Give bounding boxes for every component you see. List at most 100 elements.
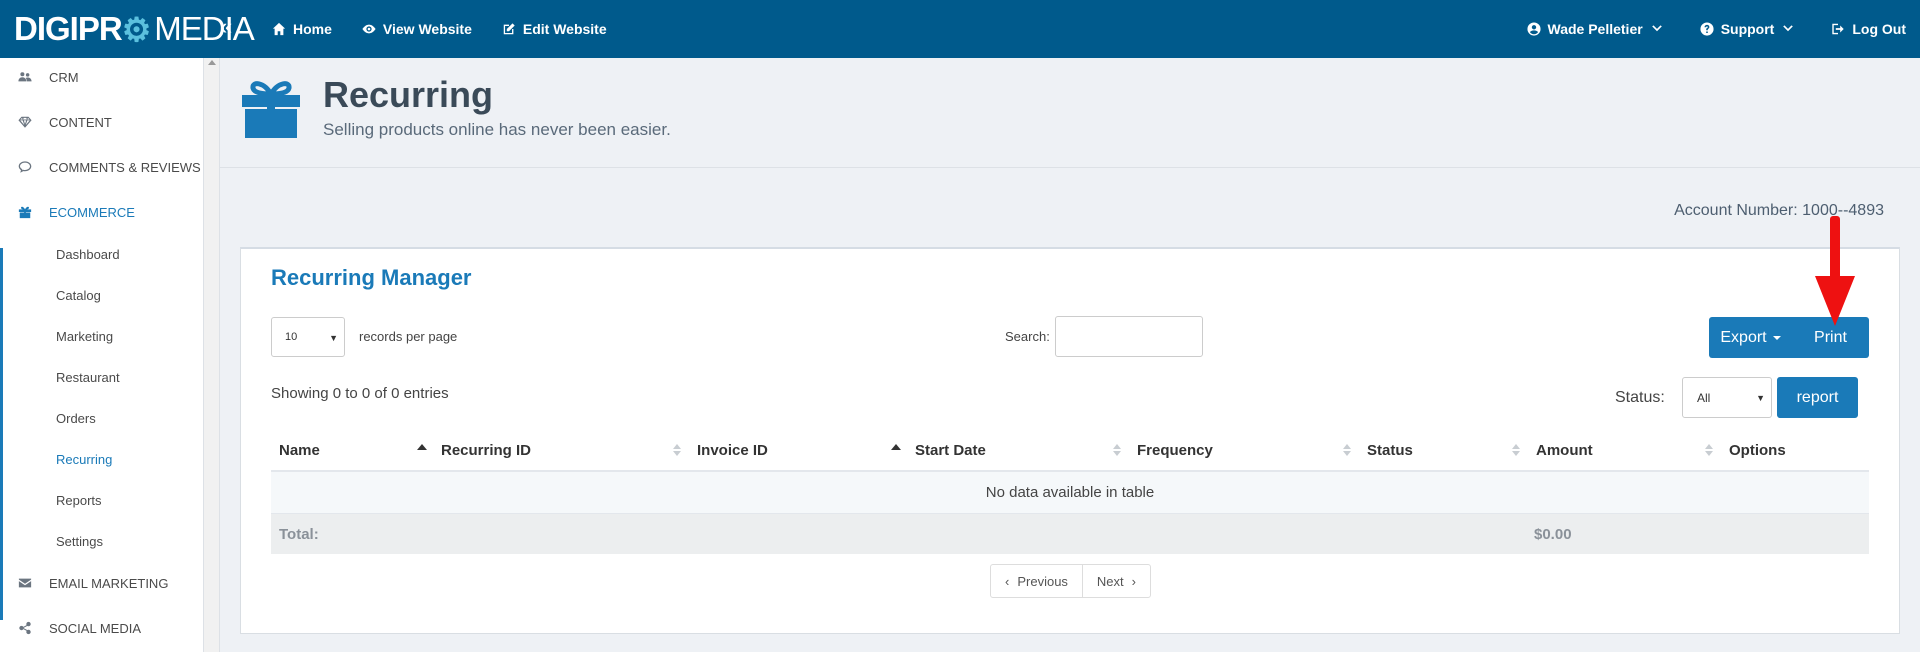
sort-icon — [1113, 444, 1121, 456]
empty-table-message: No data available in table — [985, 484, 1155, 501]
collapse-sidebar-icon[interactable]: « — [220, 14, 232, 40]
gift-icon — [242, 81, 300, 138]
sidebar-subitem-restaurant[interactable]: Restaurant — [56, 370, 120, 385]
top-nav-links: Home View Website Edit Website — [272, 0, 607, 58]
column-header-label: Start Date — [915, 442, 986, 459]
sidebar-subitem-orders[interactable]: Orders — [56, 411, 96, 426]
records-per-page-value: 10 — [285, 331, 298, 343]
status-filter-label: Status: — [1615, 389, 1665, 406]
sidebar-subitem-recurring[interactable]: Recurring — [56, 452, 112, 467]
sidebar-item-comments-reviews[interactable]: COMMENTS & REVIEWS — [0, 152, 204, 182]
search-input[interactable] — [1055, 316, 1203, 357]
eye-icon — [362, 22, 376, 36]
column-header-recurring-id[interactable]: Recurring ID — [433, 429, 689, 472]
gear-icon: ⚙ — [121, 10, 152, 48]
home-link[interactable]: Home — [272, 21, 332, 37]
chevron-down-icon — [1650, 22, 1664, 36]
sidebar-item-social-media[interactable]: SOCIAL MEDIA — [0, 613, 204, 643]
column-header-start-date[interactable]: Start Date — [907, 429, 1129, 472]
sidebar-item-crm[interactable]: CRM — [0, 62, 204, 92]
sidebar-item-ecommerce[interactable]: ECOMMERCE — [0, 197, 204, 227]
users-icon — [18, 70, 32, 84]
page-subtitle: Selling products online has never been e… — [323, 120, 671, 139]
column-header-label: Invoice ID — [697, 442, 768, 459]
view-website-link[interactable]: View Website — [362, 21, 472, 37]
sidebar-item-label: ECOMMERCE — [49, 204, 135, 220]
column-header-frequency[interactable]: Frequency — [1129, 429, 1359, 472]
comment-icon — [18, 160, 32, 174]
pagination: ‹ Previous Next › — [990, 564, 1151, 598]
recurring-manager-panel: Recurring Manager 10 ▼ records per page … — [240, 247, 1900, 634]
search-label: Search: — [1005, 329, 1050, 344]
sort-icon — [1343, 444, 1351, 456]
sidebar-subitem-catalog[interactable]: Catalog — [56, 288, 101, 303]
column-header-invoice-id[interactable]: Invoice ID — [689, 429, 907, 472]
sidebar-item-label: COMMENTS & REVIEWS — [49, 159, 201, 175]
caret-down-icon — [1772, 335, 1781, 340]
empty-table-row: No data available in table — [271, 472, 1869, 514]
chevron-right-icon: › — [1131, 573, 1136, 589]
total-label: Total: — [279, 526, 319, 543]
active-section-indicator — [0, 248, 3, 620]
column-header-name[interactable]: Name — [271, 429, 433, 472]
sidebar-subitem-settings[interactable]: Settings — [56, 534, 103, 549]
diamond-icon — [18, 115, 32, 129]
table-total-row: Total: $0.00 — [271, 514, 1869, 554]
sidebar-item-label: CONTENT — [49, 114, 112, 130]
sidebar-item-label: CRM — [49, 69, 79, 85]
previous-page-button[interactable]: ‹ Previous — [991, 565, 1082, 597]
sidebar-item-label: EMAIL MARKETING — [49, 575, 169, 591]
chevron-down-icon — [1781, 22, 1795, 36]
view-website-label: View Website — [382, 21, 472, 37]
records-per-page-label: records per page — [359, 329, 458, 344]
sidebar-subitem-dashboard[interactable]: Dashboard — [56, 247, 120, 262]
brand-logo[interactable]: DIGIPR ⚙ MEDIA — [14, 10, 255, 48]
home-link-label: Home — [293, 21, 332, 37]
table-header-row: Name Recurring ID Invoice ID Start Date … — [271, 429, 1869, 472]
entries-info: Showing 0 to 0 of 0 entries — [271, 385, 449, 402]
support-menu[interactable]: Support — [1700, 21, 1796, 37]
column-header-label: Amount — [1536, 442, 1593, 459]
export-button[interactable]: Export — [1709, 317, 1792, 358]
next-page-button[interactable]: Next › — [1081, 565, 1150, 597]
recurring-table: Name Recurring ID Invoice ID Start Date … — [271, 429, 1869, 554]
records-per-page-select[interactable]: 10 ▼ — [271, 317, 345, 357]
status-filter-select[interactable]: All ▼ — [1682, 377, 1772, 418]
user-menu[interactable]: Wade Pelletier — [1526, 21, 1664, 37]
column-header-label: Recurring ID — [441, 442, 532, 459]
previous-label: Previous — [1017, 573, 1068, 589]
logout-link[interactable]: Log Out — [1831, 21, 1906, 37]
sidebar-item-content[interactable]: CONTENT — [0, 107, 204, 137]
sidebar-subitem-reports[interactable]: Reports — [56, 493, 102, 508]
sort-icon — [1705, 444, 1713, 456]
column-header-status[interactable]: Status — [1359, 429, 1528, 472]
column-header-amount[interactable]: Amount — [1528, 429, 1721, 472]
annotation-arrow-icon — [1815, 216, 1855, 326]
sidebar-subitem-marketing[interactable]: Marketing — [56, 329, 113, 344]
caret-down-icon: ▼ — [329, 333, 338, 343]
edit-website-link[interactable]: Edit Website — [502, 21, 607, 37]
caret-down-icon: ▼ — [1756, 393, 1765, 403]
share-icon — [18, 621, 32, 635]
sidebar-item-email-marketing[interactable]: EMAIL MARKETING — [0, 568, 204, 598]
brand-logo-part3: MEDIA — [154, 10, 255, 47]
envelope-icon — [18, 576, 32, 590]
sign-out-icon — [1831, 22, 1845, 36]
page-header: Recurring Selling products online has ne… — [220, 58, 1920, 168]
home-icon — [272, 22, 286, 36]
next-label: Next — [1096, 573, 1124, 589]
top-navigation-bar: DIGIPR ⚙ MEDIA « Home View Website Edit We… — [0, 0, 1920, 58]
report-button[interactable]: report — [1777, 377, 1858, 418]
sidebar: CRM CONTENT COMMENTS & REVIEWS ECOMMERCE… — [0, 58, 204, 652]
brand-logo-part1: DIGIPR — [14, 10, 123, 47]
column-header-options: Options — [1721, 429, 1869, 472]
chevron-left-icon: ‹ — [1005, 573, 1010, 589]
scroll-up-arrow-icon[interactable] — [208, 60, 216, 65]
gift-icon — [18, 205, 32, 219]
column-header-label: Name — [279, 442, 320, 459]
sidebar-scrollbar[interactable] — [204, 58, 220, 652]
support-label: Support — [1720, 21, 1775, 37]
logout-label: Log Out — [1852, 21, 1906, 37]
column-header-label: Status — [1367, 442, 1413, 459]
page-title: Recurring — [323, 74, 494, 115]
